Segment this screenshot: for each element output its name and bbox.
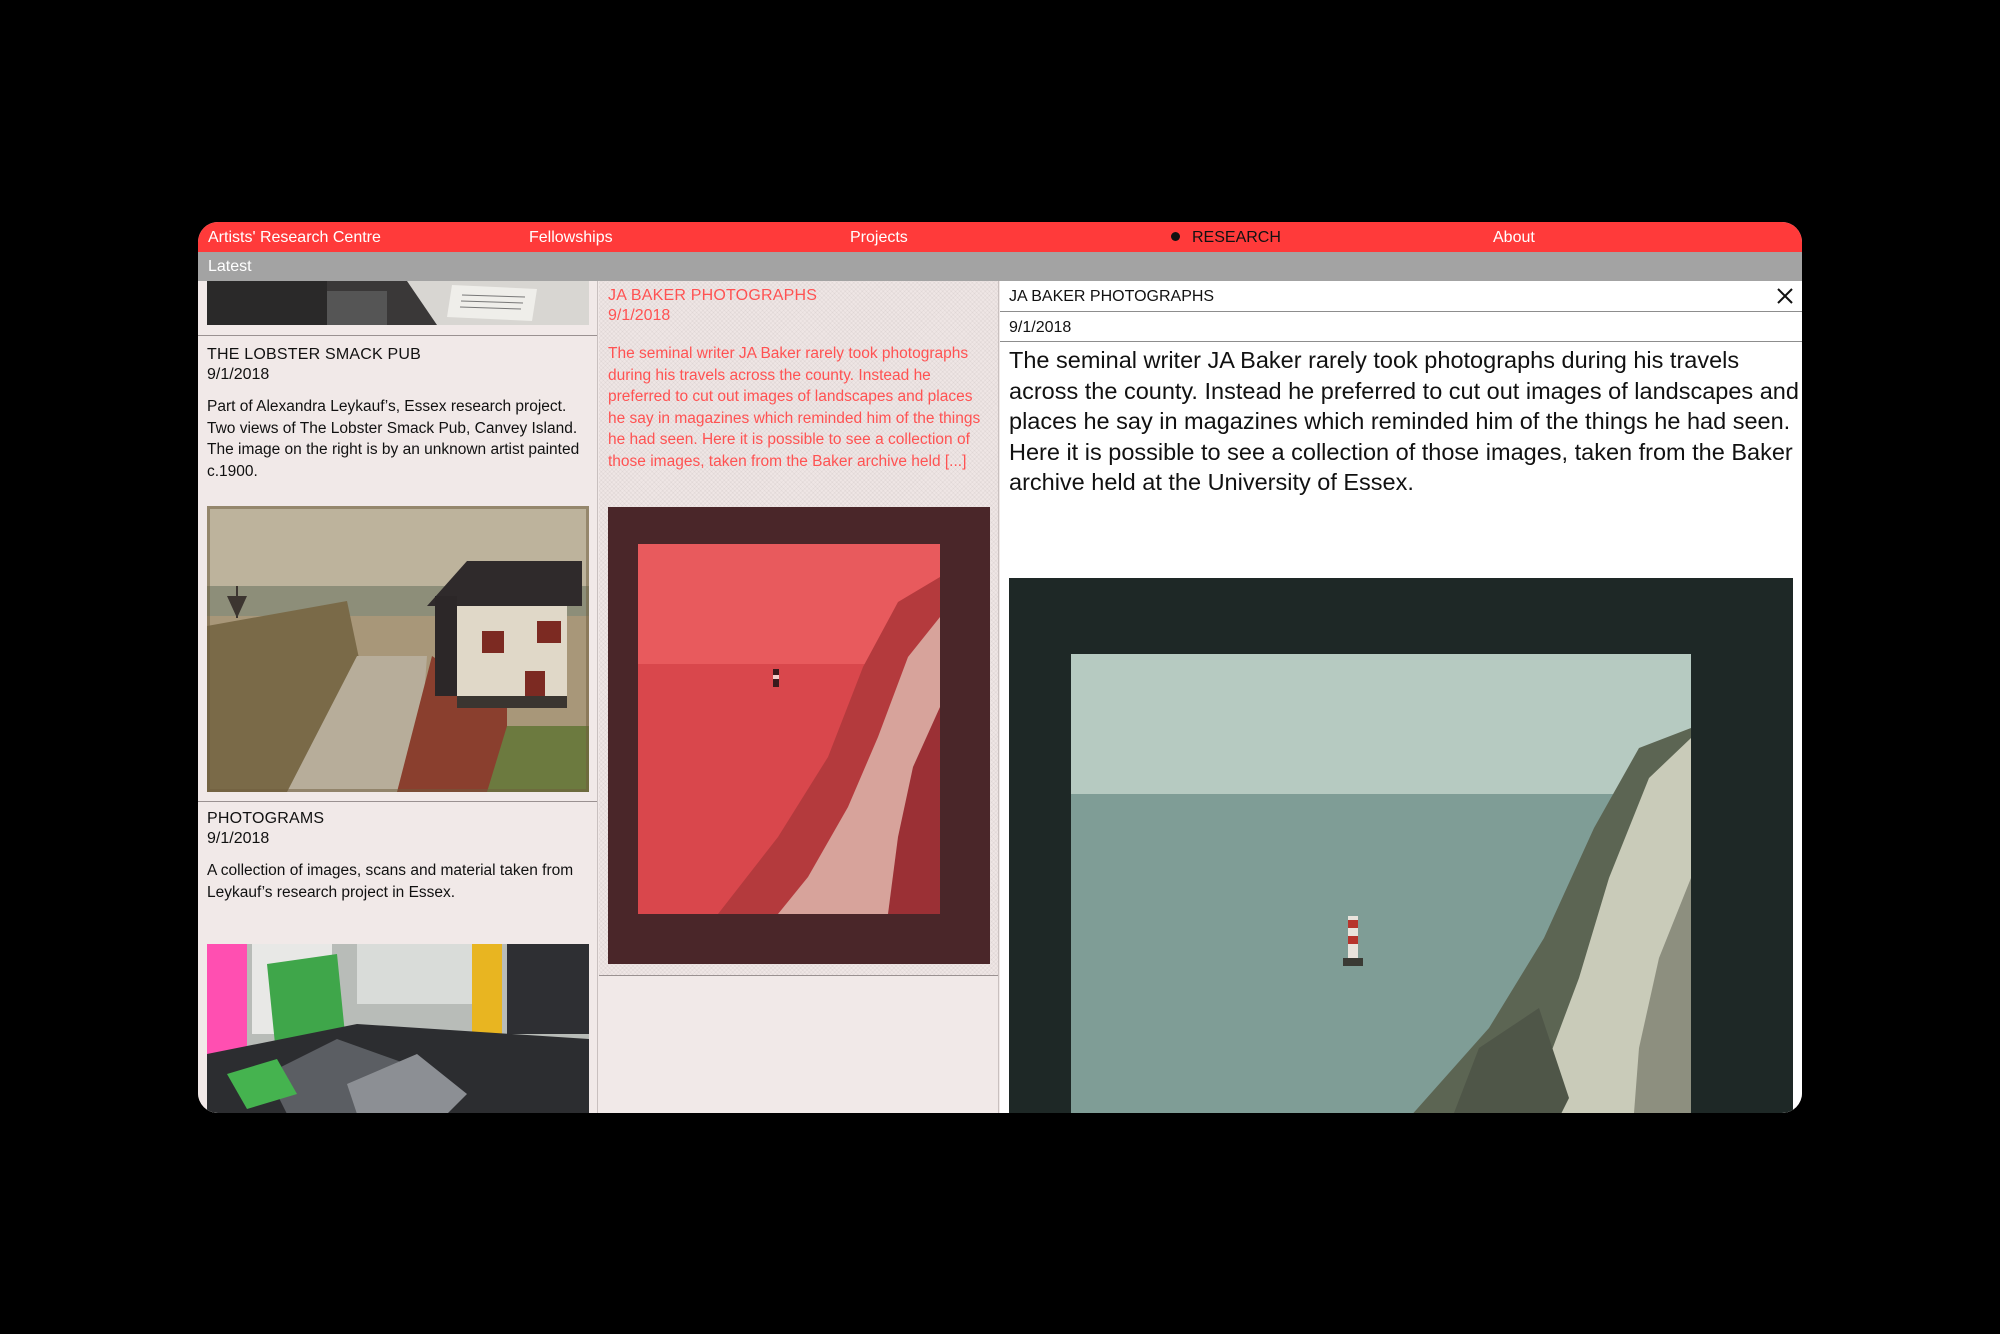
latest-label[interactable]: Latest [208, 258, 252, 275]
card-title[interactable]: THE LOBSTER SMACK PUB [207, 346, 587, 364]
close-icon[interactable] [1774, 285, 1796, 307]
detail-header: JA BAKER PHOTOGRAPHS [1000, 281, 1802, 312]
card-date: 9/1/2018 [207, 830, 270, 847]
card-lobster-smack[interactable]: THE LOBSTER SMACK PUB 9/1/2018 Part of A… [207, 346, 587, 482]
card-photograms[interactable]: PHOTOGRAMS 9/1/2018 A collection of imag… [207, 810, 587, 903]
card-text: Part of Alexandra Leykauf’s, Essex resea… [207, 398, 580, 480]
card-ja-baker[interactable]: JA BAKER PHOTOGRAPHS 9/1/2018 The semina… [608, 287, 993, 472]
nav-brand-link[interactable]: Artists' Research Centre [208, 229, 381, 247]
latest-bar: Latest [198, 252, 1802, 281]
detail-date: 9/1/2018 [1000, 312, 1802, 342]
list-column[interactable]: THE LOBSTER SMACK PUB 9/1/2018 Part of A… [198, 281, 598, 1113]
app-window: Artists' Research Centre Fellowships Pro… [198, 222, 1802, 1113]
ja-baker-thumbnail[interactable] [608, 507, 990, 964]
card-date: 9/1/2018 [608, 307, 671, 324]
painting-image[interactable] [207, 506, 589, 792]
detail-title: JA BAKER PHOTOGRAPHS [1009, 288, 1215, 305]
card-text: The seminal writer JA Baker rarely took … [608, 345, 981, 470]
middle-column[interactable]: JA BAKER PHOTOGRAPHS 9/1/2018 The semina… [599, 281, 999, 1113]
nav-item-research[interactable]: RESEARCH [1171, 229, 1281, 247]
card-title[interactable]: JA BAKER PHOTOGRAPHS [608, 287, 993, 305]
detail-panel: JA BAKER PHOTOGRAPHS 9/1/2018 The semina… [1000, 281, 1802, 1113]
partial-top-image[interactable] [207, 281, 589, 325]
studio-photo[interactable] [207, 944, 589, 1113]
nav-item-projects[interactable]: Projects [850, 229, 908, 247]
card-text: A collection of images, scans and materi… [207, 862, 574, 901]
divider [198, 335, 597, 336]
divider [198, 801, 597, 802]
detail-body-text: The seminal writer JA Baker rarely took … [1009, 347, 1799, 495]
divider [599, 975, 998, 976]
top-nav: Artists' Research Centre Fellowships Pro… [198, 222, 1802, 252]
card-date: 9/1/2018 [207, 366, 270, 383]
card-title[interactable]: PHOTOGRAMS [207, 810, 587, 828]
nav-item-fellowships[interactable]: Fellowships [529, 229, 613, 247]
ja-baker-photo[interactable] [1009, 578, 1793, 1113]
nav-item-about[interactable]: About [1493, 229, 1535, 247]
active-dot-icon [1171, 232, 1180, 241]
nav-item-research-label: RESEARCH [1192, 229, 1281, 246]
